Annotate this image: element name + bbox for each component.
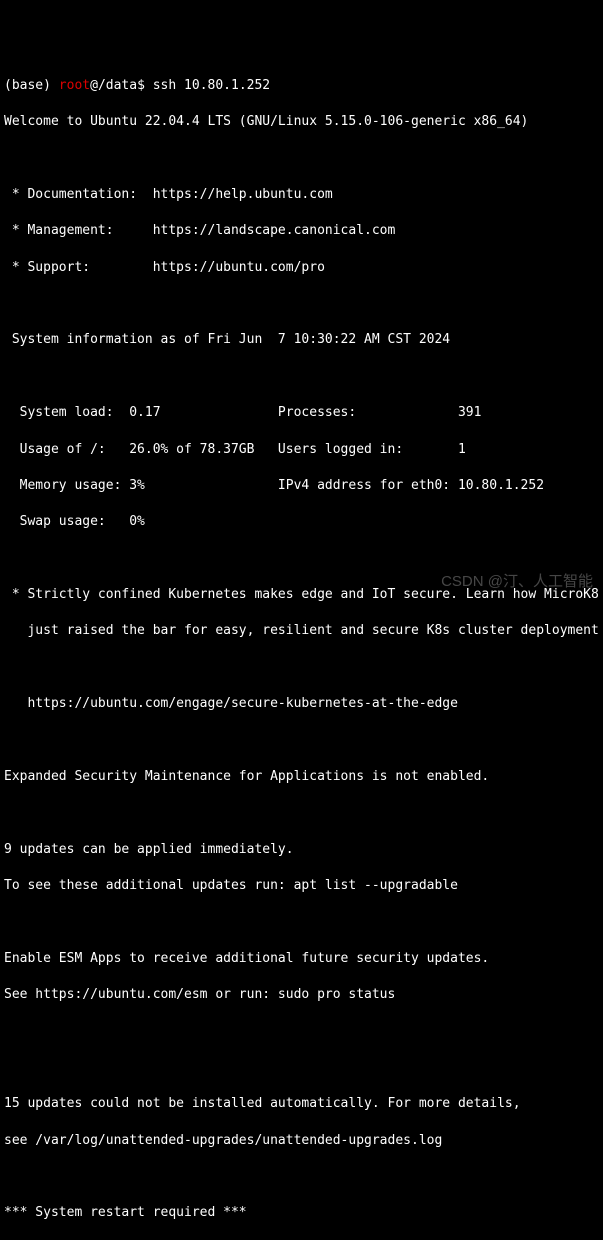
prompt-sep: $ xyxy=(137,78,145,93)
blank xyxy=(4,1059,599,1077)
welcome-line: Welcome to Ubuntu 22.04.4 LTS (GNU/Linux… xyxy=(4,113,599,131)
blank xyxy=(4,550,599,568)
blank xyxy=(4,1168,599,1186)
command: ssh 10.80.1.252 xyxy=(145,78,270,93)
stat-mem: Memory usage: 3% IPv4 address for eth0: … xyxy=(4,477,599,495)
blank xyxy=(4,1023,599,1041)
stat-swap: Swap usage: 0% xyxy=(4,513,599,531)
stat-usage: Usage of /: 26.0% of 78.37GB Users logge… xyxy=(4,441,599,459)
blank xyxy=(4,913,599,931)
k8s-line2: just raised the bar for easy, resilient … xyxy=(4,622,599,640)
k8s-line1: * Strictly confined Kubernetes makes edg… xyxy=(4,586,599,604)
blank xyxy=(4,368,599,386)
stat-load: System load: 0.17 Processes: 391 xyxy=(4,404,599,422)
path: /data xyxy=(98,78,137,93)
blank xyxy=(4,804,599,822)
env-tag: (base) xyxy=(4,78,59,93)
blank xyxy=(4,659,599,677)
prompt-line[interactable]: (base) root@/data$ ssh 10.80.1.252 xyxy=(4,77,599,95)
updates-count: 9 updates can be applied immediately. xyxy=(4,841,599,859)
blank xyxy=(4,732,599,750)
fail-line2: see /var/log/unattended-upgrades/unatten… xyxy=(4,1132,599,1150)
fail-line1: 15 updates could not be installed automa… xyxy=(4,1095,599,1113)
at: @ xyxy=(90,78,98,93)
mgmt-link: * Management: https://landscape.canonica… xyxy=(4,222,599,240)
updates-hint: To see these additional updates run: apt… xyxy=(4,877,599,895)
esm-disabled: Expanded Security Maintenance for Applic… xyxy=(4,768,599,786)
sysinfo-header: System information as of Fri Jun 7 10:30… xyxy=(4,331,599,349)
support-link: * Support: https://ubuntu.com/pro xyxy=(4,259,599,277)
esm-enable-1: Enable ESM Apps to receive additional fu… xyxy=(4,950,599,968)
k8s-url: https://ubuntu.com/engage/secure-kuberne… xyxy=(4,695,599,713)
esm-enable-2: See https://ubuntu.com/esm or run: sudo … xyxy=(4,986,599,1004)
user: root xyxy=(59,78,90,93)
blank xyxy=(4,295,599,313)
doc-link: * Documentation: https://help.ubuntu.com xyxy=(4,186,599,204)
blank xyxy=(4,150,599,168)
restart-required: *** System restart required *** xyxy=(4,1204,599,1222)
